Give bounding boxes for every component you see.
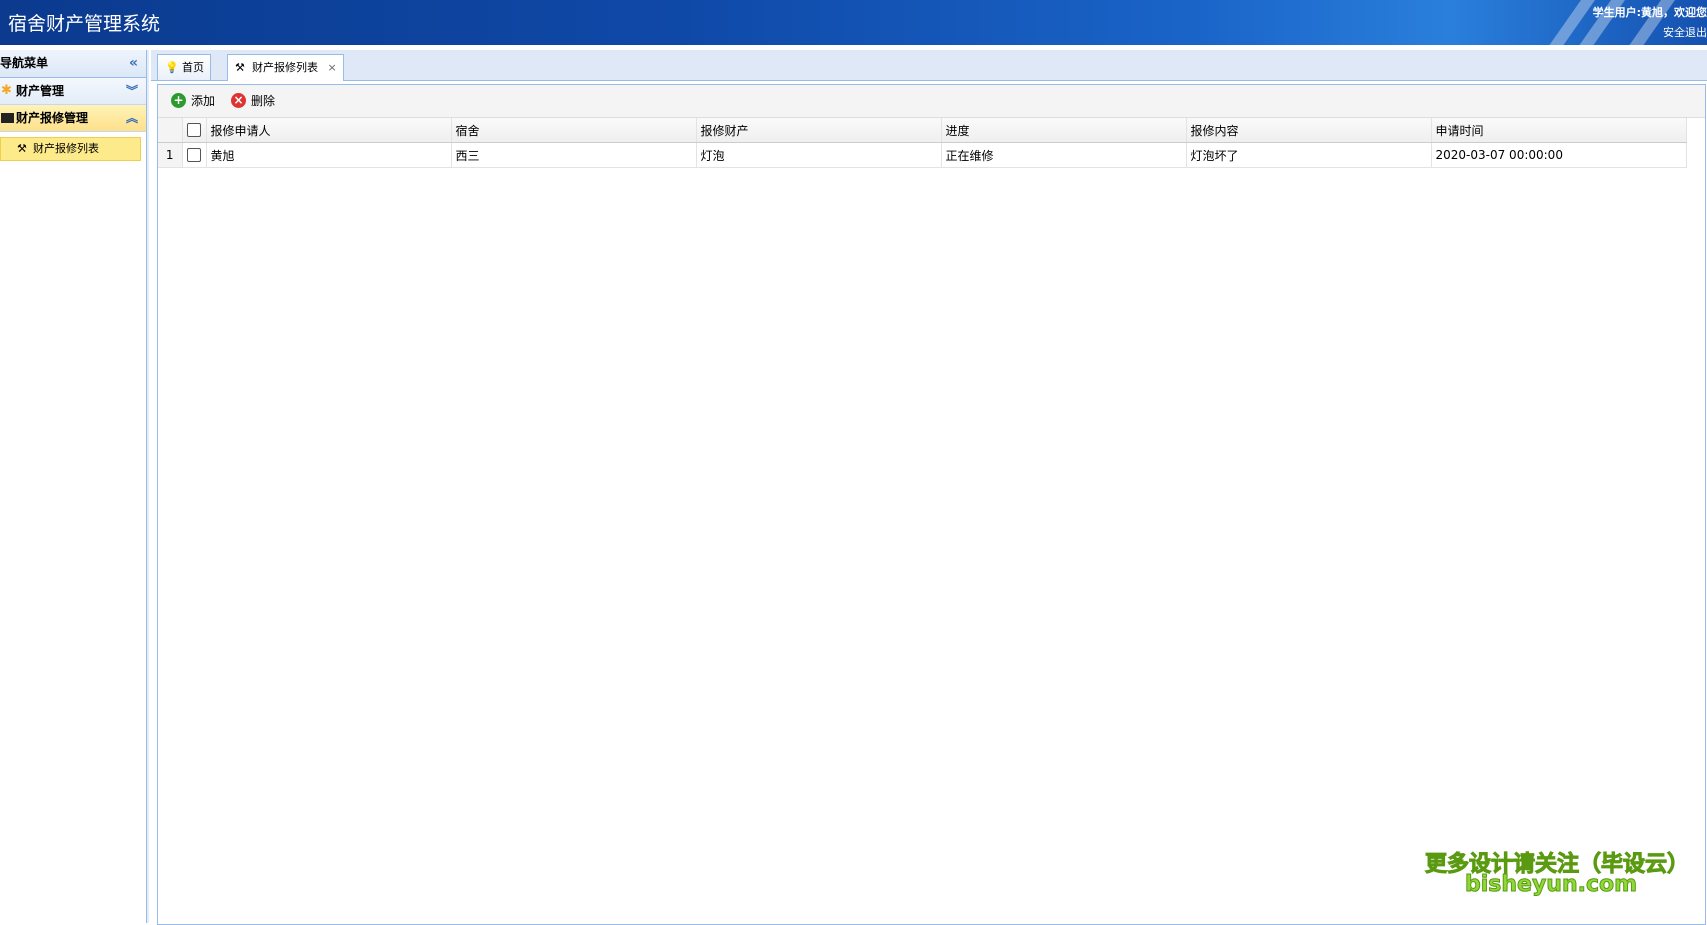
terminal-icon <box>1 113 14 123</box>
gear-icon: ✱ <box>1 83 12 98</box>
main-panel: + 添加 × 删除 报修申请人 宿舍 报修财产 进度 报修内容 申请时间 1 黄… <box>157 84 1706 925</box>
sidebar: 导航菜单 « ✱ 财产管理 ︾ 财产报修管理 ︽ ⚒ 财产报修列表 <box>0 50 147 923</box>
cell-dorm: 西三 <box>451 142 697 168</box>
sidebar-item-label: 财产报修列表 <box>33 142 99 155</box>
tab-label: 财产报修列表 <box>252 61 318 74</box>
chevron-up-icon[interactable]: ︽ <box>126 105 138 131</box>
delete-button-label: 删除 <box>251 94 276 108</box>
tab-home[interactable]: 💡 首页 <box>157 54 211 80</box>
nav-menu-header: 导航菜单 « <box>0 50 146 78</box>
user-info: 学生用户:黄旭，欢迎您 <box>1592 6 1707 19</box>
cell-content: 灯泡坏了 <box>1186 142 1432 168</box>
row-checkbox[interactable] <box>187 148 201 163</box>
toolbar: + 添加 × 删除 <box>158 85 1705 118</box>
select-all-cell <box>182 118 207 143</box>
logout-link[interactable]: 安全退出 <box>1647 24 1707 40</box>
cell-apply-time: 2020-03-07 00:00:00 <box>1431 142 1687 168</box>
sidebar-group-label: 财产报修管理 <box>16 111 89 125</box>
column-header[interactable]: 报修申请人 <box>206 118 452 143</box>
collapse-sidebar-icon[interactable]: « <box>129 50 138 77</box>
delete-button[interactable]: × 删除 <box>231 85 275 117</box>
row-select-cell <box>182 142 207 168</box>
add-icon: + <box>171 93 186 108</box>
column-header[interactable]: 申请时间 <box>1431 118 1687 143</box>
rownum-header <box>158 118 183 143</box>
add-button[interactable]: + 添加 <box>171 85 215 117</box>
cell-applicant: 黄旭 <box>206 142 452 168</box>
nav-menu-title: 导航菜单 <box>0 56 49 70</box>
tools-icon: ⚒ <box>235 61 245 74</box>
column-header[interactable]: 宿舍 <box>451 118 697 143</box>
cell-progress: 正在维修 <box>941 142 1187 168</box>
grid-header-row: 报修申请人 宿舍 报修财产 进度 报修内容 申请时间 <box>158 118 1687 143</box>
repair-grid: 报修申请人 宿舍 报修财产 进度 报修内容 申请时间 1 黄旭 西三 灯泡 正在… <box>158 118 1687 168</box>
sidebar-group-label: 财产管理 <box>16 84 65 98</box>
column-header[interactable]: 报修财产 <box>696 118 942 143</box>
app-title: 宿舍财产管理系统 <box>8 13 161 35</box>
tab-label: 首页 <box>182 61 204 74</box>
select-all-checkbox[interactable] <box>187 123 201 138</box>
sidebar-splitter[interactable] <box>147 50 149 923</box>
row-number: 1 <box>158 142 183 168</box>
column-header[interactable]: 报修内容 <box>1186 118 1432 143</box>
chevron-down-icon[interactable]: ︾ <box>126 78 138 104</box>
sidebar-group-repair[interactable]: 财产报修管理 ︽ <box>0 105 146 132</box>
cell-property: 灯泡 <box>696 142 942 168</box>
sidebar-item-repair-list[interactable]: ⚒ 财产报修列表 <box>0 137 141 161</box>
add-button-label: 添加 <box>191 94 216 108</box>
delete-icon: × <box>231 93 246 108</box>
column-header[interactable]: 进度 <box>941 118 1187 143</box>
close-icon[interactable]: × <box>328 61 337 74</box>
tab-repair-list[interactable]: ⚒ 财产报修列表 × <box>227 54 344 81</box>
app-header: 宿舍财产管理系统 学生用户:黄旭，欢迎您 安全退出 <box>0 0 1707 45</box>
tools-icon: ⚒ <box>17 142 27 155</box>
watermark-url: bisheyun.com <box>1464 872 1638 898</box>
table-row[interactable]: 1 黄旭 西三 灯泡 正在维修 灯泡坏了 2020-03-07 00:00:00 <box>158 142 1687 168</box>
tabs-bar: 💡 首页 ⚒ 财产报修列表 × <box>151 50 1707 81</box>
lightbulb-icon: 💡 <box>165 61 179 74</box>
sidebar-group-property[interactable]: ✱ 财产管理 ︾ <box>0 78 146 105</box>
